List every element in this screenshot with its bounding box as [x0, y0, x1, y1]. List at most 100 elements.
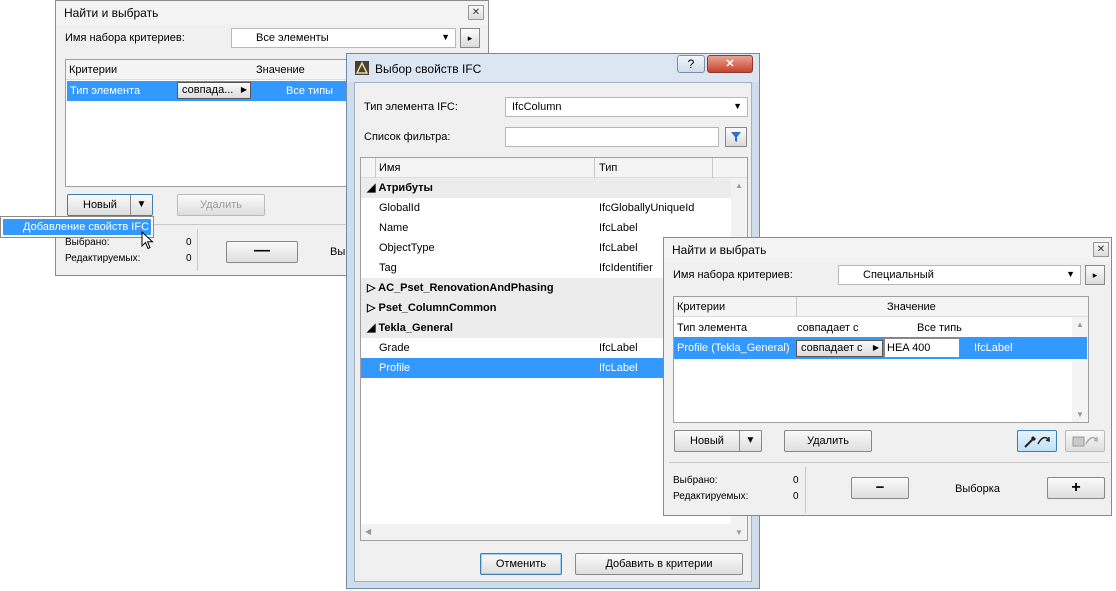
operator-label: совпадает с [801, 342, 863, 354]
window-title-bar[interactable]: Найти и выбрать [664, 238, 1111, 262]
criteria-set-menu-button[interactable]: ▸ [1085, 265, 1105, 285]
plus-icon: + [1071, 479, 1081, 496]
deselect-button[interactable]: — [226, 241, 298, 263]
deselect-button[interactable]: − [851, 477, 909, 499]
close-icon[interactable]: ✕ [1093, 242, 1109, 257]
mouse-cursor-icon [141, 231, 154, 250]
tree-row-type: IfcLabel [599, 242, 638, 254]
selection-label-partial: Вы [330, 246, 346, 258]
scroll-down-icon[interactable]: ▼ [1076, 410, 1084, 419]
operator-button[interactable]: совпада... ▶ [177, 82, 251, 99]
scroll-up-icon[interactable]: ▲ [1076, 320, 1084, 329]
col-value-header: Значение [887, 301, 936, 313]
filter-button[interactable] [725, 127, 747, 147]
editable-label: Редактируемых: [65, 253, 141, 264]
operator-label: совпада... [182, 84, 234, 96]
divider-vertical [805, 467, 806, 513]
table-scrollbar[interactable]: ▲ ▼ [1072, 317, 1088, 422]
window-title: Найти и выбрать [64, 6, 159, 20]
find-select-window-front: Найти и выбрать ✕ Имя набора критериев: … [663, 237, 1112, 516]
scroll-up-icon[interactable]: ▲ [735, 181, 743, 190]
row-criteria: Profile (Tekla_General) [677, 342, 790, 354]
syringe-icon [1072, 436, 1098, 447]
delete-button-label: Удалить [807, 435, 849, 447]
filter-input[interactable] [505, 127, 719, 147]
delete-button[interactable]: Удалить [177, 194, 265, 216]
group-label: Pset_ColumnCommon [378, 302, 497, 314]
menu-item-add-ifc-properties[interactable]: Добавление свойств IFC [3, 219, 151, 235]
new-button-label: Новый [690, 435, 724, 447]
eyedropper-icon [1024, 435, 1050, 448]
col-type-header: Тип [599, 162, 618, 174]
tree-row-name: Grade [379, 342, 410, 354]
criteria-set-label: Имя набора критериев: [673, 269, 793, 281]
col-value-header: Значение [256, 64, 305, 76]
close-icon[interactable]: ✕ [468, 5, 484, 20]
editable-count: 0 [186, 253, 192, 264]
selected-label: Выбрано: [65, 237, 110, 248]
tree-row-type: IfcIdentifier [599, 262, 653, 274]
arrow-right-icon: ▶ [872, 343, 879, 352]
window-title-bar[interactable]: Выбор свойств IFC ? ✕ [347, 54, 759, 82]
help-button[interactable]: ? [677, 55, 705, 73]
window-title-bar[interactable]: Найти и выбрать [56, 1, 488, 25]
funnel-icon [731, 132, 741, 142]
editable-count: 0 [793, 491, 799, 502]
delete-button[interactable]: Удалить [784, 430, 872, 452]
delete-button-label: Удалить [200, 199, 242, 211]
tree-group-attributes[interactable]: ◢ Атрибуты [361, 178, 731, 198]
new-button[interactable]: Новый ▼ [674, 430, 762, 452]
selection-label: Выборка [955, 483, 1000, 495]
tree-row-name: Name [379, 222, 409, 234]
editable-label: Редактируемых: [673, 491, 749, 502]
arrow-right-icon: ▶ [240, 85, 247, 94]
criteria-set-label: Имя набора критериев: [65, 32, 185, 44]
help-icon: ? [687, 57, 695, 71]
chevron-down-icon: ▼ [130, 195, 152, 215]
tree-hscrollbar[interactable]: ◀ [361, 524, 731, 540]
collapsed-triangle-icon: ▷ [367, 282, 376, 294]
selected-count: 0 [186, 237, 192, 248]
scroll-left-icon[interactable]: ◀ [365, 527, 371, 536]
criteria-set-value: Все элементы [256, 32, 329, 44]
selected-label: Выбрано: [673, 475, 718, 486]
value-input-text: HEA 400 [887, 342, 931, 354]
criteria-set-menu-button[interactable]: ▸ [460, 28, 480, 48]
scroll-down-icon[interactable]: ▼ [735, 528, 743, 537]
chevron-down-icon: ▼ [441, 32, 450, 42]
ifc-type-dropdown[interactable]: IfcColumn ▼ [505, 97, 748, 117]
criteria-set-dropdown[interactable]: Специальный ▼ [838, 265, 1081, 285]
pick-up-parameters-button[interactable] [1017, 430, 1057, 452]
col-criteria-header: Критерии [677, 301, 726, 313]
expanded-triangle-icon: ◢ [367, 322, 376, 334]
ifc-type-label: Тип элемента IFC: [364, 101, 458, 113]
cancel-button[interactable]: Отменить [480, 553, 562, 575]
inject-parameters-button[interactable] [1065, 430, 1105, 452]
divider [669, 462, 1109, 463]
add-to-criteria-label: Добавить в критерии [605, 558, 713, 570]
app-icon [355, 61, 369, 75]
close-button[interactable]: ✕ [707, 55, 753, 73]
tree-row-name: Profile [379, 362, 411, 374]
chevron-down-icon: ▼ [1066, 269, 1075, 279]
header-divider [712, 158, 713, 178]
tree-row-type: IfcLabel [599, 222, 638, 234]
new-button[interactable]: Новый ▼ [67, 194, 153, 216]
value-input[interactable]: HEA 400 [884, 338, 960, 358]
tree-row-name: Tag [379, 262, 397, 274]
criteria-table: Критерии Значение ▲ ▼ Тип элемента совпа… [673, 296, 1089, 423]
operator-button[interactable]: совпадает с ▶ [796, 340, 883, 357]
criteria-set-dropdown[interactable]: Все элементы ▼ [231, 28, 456, 48]
ifc-type-value: IfcColumn [512, 101, 562, 113]
window-title: Найти и выбрать [672, 243, 767, 257]
tree-row-type: IfcLabel [599, 362, 638, 374]
filter-label: Список фильтра: [364, 131, 451, 143]
add-to-criteria-button[interactable]: Добавить в критерии [575, 553, 743, 575]
header-divider [375, 158, 376, 178]
select-button[interactable]: + [1047, 477, 1105, 499]
row-value: Все типы [286, 85, 334, 97]
row-type: IfcLabel [974, 342, 1013, 354]
tree-row-name: ObjectType [379, 242, 435, 254]
window-title: Выбор свойств IFC [375, 62, 482, 76]
tree-row-type: IfcLabel [599, 342, 638, 354]
